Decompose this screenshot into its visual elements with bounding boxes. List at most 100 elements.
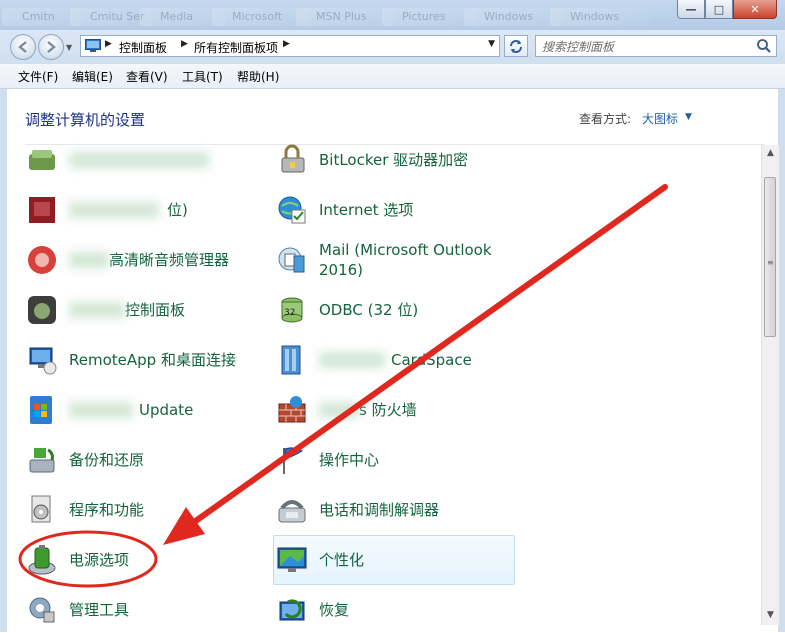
item-label: 电话和调制解调器 [319, 501, 440, 519]
item-label: Internet 选项 [319, 201, 414, 219]
item-label: 个性化 [319, 551, 365, 569]
backup-restore-icon [25, 443, 59, 477]
breadcrumb-separator-icon[interactable]: ▶ [181, 39, 188, 49]
control-panel-item[interactable]: s 防火墙 [275, 387, 515, 433]
control-panel-item[interactable]: RemoteApp 和桌面连接 [25, 337, 265, 383]
control-panel-item[interactable]: BitLocker 驱动器加密 [275, 137, 515, 183]
control-panel-item[interactable]: 程序和功能 [25, 487, 265, 533]
recovery-icon [275, 593, 309, 627]
control-panel-item[interactable]: CardSpace [275, 337, 515, 383]
item-label: 高清晰音频管理器 [109, 251, 230, 269]
control-panel-item[interactable]: 高清晰音频管理器 [25, 237, 265, 283]
obscured-label [69, 252, 109, 268]
control-panel-item[interactable]: Mail (Microsoft Outlook 2016) [275, 237, 515, 283]
firewall-icon [275, 393, 309, 427]
minimize-button[interactable]: — [677, 0, 705, 19]
item-label: CardSpace [391, 351, 472, 369]
bitlocker-icon [275, 143, 309, 177]
grip-icon: ≡ [767, 258, 774, 267]
obscured-icon [25, 193, 59, 227]
obscured-label [319, 352, 385, 368]
address-history-dropdown[interactable]: ▼ [488, 39, 495, 49]
item-label: Update [139, 401, 194, 419]
breadcrumb-separator-icon[interactable]: ▶ [105, 39, 112, 49]
search-input[interactable] [542, 38, 752, 56]
background-tab: MSN Plus [296, 8, 396, 26]
item-label: 程序和功能 [69, 501, 145, 519]
menu-view[interactable]: 查看(V) [126, 68, 168, 85]
view-by-label: 查看方式: [579, 112, 632, 126]
menu-help[interactable]: 帮助(H) [237, 68, 279, 85]
obscured-label [319, 402, 359, 418]
content-area: 调整计算机的设置 查看方式: 大图标 ▼ 位) 高清晰音频管理器 控制面板 Re… [0, 89, 785, 632]
back-arrow-icon [18, 41, 27, 53]
close-button[interactable]: ✕ [733, 0, 777, 19]
item-label: 操作中心 [319, 451, 380, 469]
breadcrumb-control-panel[interactable]: 控制面板 [119, 39, 167, 56]
odbc-icon: 32 [275, 293, 309, 327]
vertical-scrollbar[interactable]: ▲ ≡ ▼ [761, 145, 779, 625]
control-panel-item[interactable]: Internet 选项 [275, 187, 515, 233]
refresh-icon [510, 40, 522, 53]
item-label: 备份和还原 [69, 451, 145, 469]
menu-tools[interactable]: 工具(T) [182, 68, 223, 85]
cardspace-icon [275, 343, 309, 377]
item-label: 电源选项 [69, 551, 130, 569]
obscured-icon [25, 293, 59, 327]
navigation-bar: ▼ ▶ 控制面板 ▶ 所有控制面板项 ▶ ▼ [0, 30, 785, 64]
internet-options-icon [275, 193, 309, 227]
item-label: RemoteApp 和桌面连接 [69, 351, 236, 369]
refresh-button[interactable] [504, 35, 528, 57]
item-label: 恢复 [319, 601, 350, 619]
title-bar: Cmitn Cmitu Ser Media Microsoft MSN Plus… [0, 0, 785, 30]
item-label: s 防火墙 [359, 401, 417, 419]
control-panel-item[interactable]: 备份和还原 [25, 437, 265, 483]
control-panel-item[interactable]: 个性化 [275, 537, 515, 583]
background-tab: Windows [464, 8, 564, 26]
background-tab: Windows [550, 8, 650, 26]
item-label: 位) [167, 201, 188, 219]
scroll-thumb[interactable]: ≡ [764, 177, 776, 337]
control-panel-item[interactable] [25, 137, 265, 183]
control-panel-item[interactable]: 电话和调制解调器 [275, 487, 515, 533]
power-options-item[interactable]: 电源选项 [25, 537, 265, 583]
forward-button[interactable] [38, 34, 64, 60]
audio-manager-icon [25, 243, 59, 277]
chevron-down-icon[interactable]: ▼ [685, 112, 692, 122]
item-label: Mail (Microsoft Outlook 2016) [319, 241, 492, 279]
menu-file[interactable]: 文件(F) [18, 68, 58, 85]
window-controls: — □ ✕ [677, 0, 777, 20]
scroll-up-icon[interactable]: ▲ [762, 145, 779, 162]
power-options-icon [25, 543, 59, 577]
control-panel-item[interactable]: Update [25, 387, 265, 433]
obscured-label [69, 202, 159, 218]
control-panel-item[interactable]: 管理工具 [25, 587, 265, 633]
remoteapp-icon [25, 343, 59, 377]
back-button[interactable] [10, 34, 36, 60]
svg-text:32: 32 [284, 308, 295, 318]
control-panel-item[interactable]: 32 ODBC (32 位) [275, 287, 515, 333]
address-bar[interactable]: ▶ 控制面板 ▶ 所有控制面板项 ▶ ▼ [80, 35, 500, 57]
recent-pages-dropdown[interactable]: ▼ [66, 43, 72, 52]
search-box[interactable] [535, 35, 777, 57]
menu-edit[interactable]: 编辑(E) [72, 68, 113, 85]
item-label: ODBC (32 位) [319, 301, 419, 319]
forward-arrow-icon [47, 41, 56, 53]
control-panel-item[interactable]: 恢复 [275, 587, 515, 633]
item-label: BitLocker 驱动器加密 [319, 151, 469, 169]
control-panel-icon [85, 39, 101, 52]
breadcrumb-separator-icon[interactable]: ▶ [283, 39, 290, 49]
item-label: 控制面板 [125, 301, 186, 319]
view-by-selector[interactable]: 大图标 [642, 110, 678, 127]
scroll-down-icon[interactable]: ▼ [762, 607, 779, 624]
item-label: 管理工具 [69, 601, 130, 619]
control-panel-item[interactable]: 操作中心 [275, 437, 515, 483]
obscured-label [69, 152, 209, 168]
maximize-button[interactable]: □ [705, 0, 733, 19]
phone-modem-icon [275, 493, 309, 527]
obscured-label [69, 402, 133, 418]
search-icon[interactable] [756, 38, 772, 54]
breadcrumb-all-items[interactable]: 所有控制面板项 [194, 39, 278, 56]
control-panel-item[interactable]: 控制面板 [25, 287, 265, 333]
control-panel-item[interactable]: 位) [25, 187, 265, 233]
